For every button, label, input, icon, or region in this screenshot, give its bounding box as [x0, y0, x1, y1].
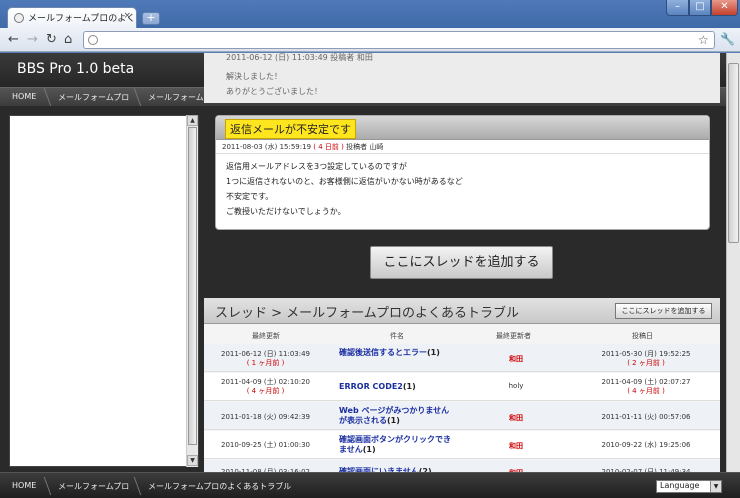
- row-posted-ago: ( 4 ヶ月前 ): [627, 387, 665, 395]
- reload-icon[interactable]: ↻: [46, 33, 57, 46]
- row-updated: 2010-09-25 (土) 01:00:30: [220, 441, 311, 449]
- tab-close-icon[interactable]: ×: [123, 11, 131, 21]
- sidebar-panel: [9, 115, 199, 467]
- scroll-up-icon[interactable]: ▲: [187, 115, 198, 126]
- page-content: BBS Pro 1.0 beta 検索 × HOME メールフォームプロ メール…: [0, 53, 740, 498]
- post-meta: 2011-08-03 (水) 15:59:19 ( 4 日前 ) 投稿者 山崎: [216, 140, 709, 154]
- footer-breadcrumb-category[interactable]: メールフォームプロ: [58, 481, 129, 492]
- reply-text: 解決しました！: [226, 72, 282, 81]
- new-tab-button[interactable]: +: [142, 12, 160, 25]
- column-header-subject: 件名: [390, 332, 404, 340]
- previous-reply-panel: 2011-06-12 (日) 11:03:49 投稿者 和田 解決しました！ あ…: [204, 53, 720, 103]
- table-row: 2010-09-25 (土) 01:00:30 確認画面ボタンがクリックできませ…: [204, 431, 720, 459]
- row-posted: 2011-05-30 (月) 19:52:25: [601, 350, 691, 358]
- browser-tab[interactable]: メールフォームプロのよくあるトラ ×: [7, 7, 137, 28]
- thread-list-title: スレッド > メールフォームプロのよくあるトラブル: [215, 306, 519, 321]
- footer-breadcrumb-current[interactable]: メールフォームプロのよくあるトラブル: [148, 481, 291, 492]
- row-last-user: 和田: [509, 414, 523, 422]
- maximize-button[interactable]: □: [689, 0, 711, 16]
- browser-titlebar: メールフォームプロのよくあるトラ × + – □ ✕: [0, 0, 740, 28]
- breadcrumb-separator: [34, 88, 52, 106]
- row-updated: 2011-06-12 (日) 11:03:49: [220, 350, 311, 358]
- breadcrumb-separator: [34, 477, 52, 495]
- minimize-button[interactable]: –: [666, 0, 689, 16]
- row-updated: 2011-04-09 (土) 02:10:20: [220, 378, 311, 386]
- breadcrumb-category[interactable]: メールフォームプロ: [58, 92, 129, 103]
- close-window-button[interactable]: ✕: [711, 0, 738, 16]
- main-content: 2011-06-12 (日) 11:03:49 投稿者 和田 解決しました！ あ…: [204, 53, 720, 498]
- table-row: 2011-06-12 (日) 11:03:49( 1 ヶ月前 ) 確認後送信する…: [204, 344, 720, 372]
- thread-list-header: スレッド > メールフォームプロのよくあるトラブル ここにスレッドを追加する: [204, 298, 720, 324]
- scroll-thumb[interactable]: [728, 63, 739, 243]
- row-subject-link[interactable]: ERROR CODE2(1): [339, 382, 454, 392]
- language-select-value: Language: [660, 481, 700, 490]
- row-posted: 2010-09-22 (水) 19:25:06: [601, 441, 691, 449]
- row-updated: 2011-01-18 (火) 09:42:39: [220, 413, 311, 421]
- site-footer: HOME メールフォームプロ メールフォームプロのよくあるトラブル Langua…: [0, 472, 740, 498]
- page-favicon-icon: [14, 13, 24, 23]
- chevron-down-icon: ▼: [710, 481, 721, 492]
- page-scrollbar[interactable]: [726, 53, 740, 498]
- back-arrow-icon[interactable]: ←: [8, 33, 19, 46]
- site-title: BBS Pro 1.0 beta: [17, 61, 135, 77]
- post-line: 不安定です。: [226, 192, 274, 201]
- row-last-user: 和田: [509, 442, 523, 450]
- post-ago: ( 4 日前 ): [313, 143, 344, 151]
- post-line: 1つに返信されないのと、お客様側に返信がいかない時があるなど: [226, 177, 463, 186]
- footer-breadcrumb-home[interactable]: HOME: [12, 481, 36, 490]
- post-date: 2011-08-03 (水) 15:59:19: [222, 143, 312, 151]
- wrench-icon[interactable]: 🔧: [720, 32, 735, 46]
- breadcrumb-home[interactable]: HOME: [12, 92, 36, 101]
- add-thread-button[interactable]: ここにスレッドを追加する: [370, 246, 553, 279]
- page-icon: [88, 35, 98, 45]
- column-header-posted: 投稿日: [632, 332, 653, 340]
- language-select[interactable]: Language ▼: [656, 480, 722, 493]
- table-row: 2011-01-18 (火) 09:42:39 Web ページがみつかりませんが…: [204, 402, 720, 430]
- tab-title: メールフォームプロのよくあるトラ: [28, 14, 136, 24]
- browser-toolbar: ← → ↻ ⌂ ☆ 🔧: [0, 28, 740, 52]
- table-row: 2011-04-09 (土) 02:10:20( 4 ヶ月前 ) ERROR C…: [204, 373, 720, 401]
- column-header-updated: 最終更新: [252, 332, 280, 340]
- sidebar-scrollbar[interactable]: ▲ ▼: [186, 115, 198, 467]
- forward-arrow-icon[interactable]: →: [27, 33, 38, 46]
- column-header-last-user: 最終更新者: [496, 332, 531, 340]
- reply-meta: 2011-06-12 (日) 11:03:49 投稿者 和田: [226, 53, 373, 62]
- row-last-user: 和田: [509, 355, 523, 363]
- thread-list: スレッド > メールフォームプロのよくあるトラブル ここにスレッドを追加する 最…: [204, 298, 720, 498]
- post-header: 返信メールが不安定です: [216, 116, 709, 140]
- row-updated-ago: ( 1 ヶ月前 ): [246, 359, 285, 367]
- row-posted: 2011-04-09 (土) 02:07:27: [601, 378, 691, 386]
- add-thread-small-button[interactable]: ここにスレッドを追加する: [615, 303, 712, 319]
- scroll-thumb[interactable]: [188, 127, 197, 445]
- breadcrumb-separator: [124, 88, 142, 106]
- row-updated-ago: ( 4 ヶ月前 ): [246, 387, 285, 395]
- row-subject-link[interactable]: 確認画面ボタンがクリックできません(1): [339, 435, 454, 455]
- scroll-down-icon[interactable]: ▼: [187, 455, 198, 466]
- reply-text: ありがとうございました！: [226, 87, 322, 96]
- post-title: 返信メールが不安定です: [225, 119, 356, 139]
- breadcrumb-separator: [124, 477, 142, 495]
- post-author: 投稿者 山崎: [346, 143, 384, 151]
- home-icon[interactable]: ⌂: [64, 33, 72, 46]
- row-posted-ago: ( 2 ヶ月前 ): [627, 359, 665, 367]
- post-card: 返信メールが不安定です 2011-08-03 (水) 15:59:19 ( 4 …: [215, 115, 710, 230]
- address-bar[interactable]: [83, 31, 715, 49]
- row-posted: 2011-01-11 (火) 00:57:06: [601, 413, 691, 421]
- bookmark-star-icon[interactable]: ☆: [698, 33, 709, 47]
- row-subject-link[interactable]: Web ページがみつかりませんが表示される(1): [339, 406, 454, 426]
- row-subject-link[interactable]: 確認後送信するとエラー(1): [339, 348, 454, 358]
- post-line: ご教授いただけないでしょうか。: [226, 207, 346, 216]
- post-line: 返信用メールアドレスを3つ設定しているのですが: [226, 162, 407, 171]
- post-body: 返信用メールアドレスを3つ設定しているのですが 1つに返信されないのと、お客様側…: [216, 154, 709, 224]
- row-last-user: holy: [508, 382, 524, 390]
